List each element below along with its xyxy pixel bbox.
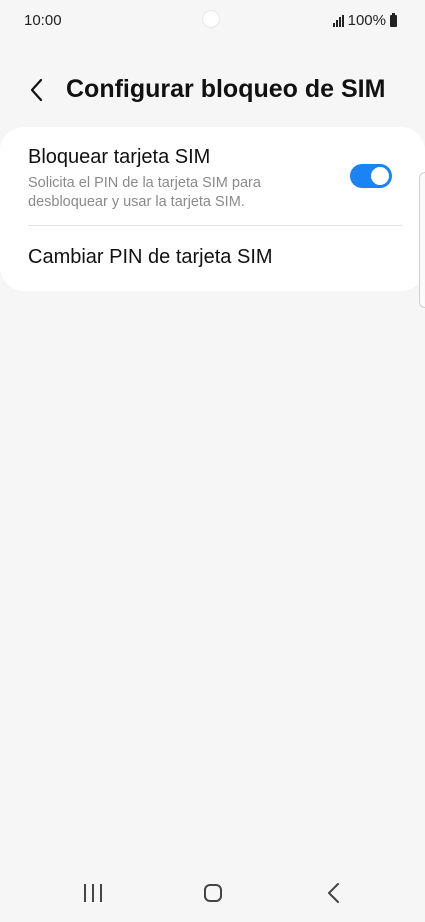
header: Configurar bloqueo de SIM (0, 68, 425, 112)
change-pin-title: Cambiar PIN de tarjeta SIM (28, 246, 273, 268)
lock-sim-row[interactable]: Bloquear tarjeta SIM Solicita el PIN de … (0, 127, 425, 225)
battery-icon (390, 12, 397, 27)
home-icon[interactable] (204, 884, 222, 902)
settings-card: Bloquear tarjeta SIM Solicita el PIN de … (0, 127, 425, 291)
status-time: 10:00 (24, 12, 62, 29)
status-bar: 10:00 100% (0, 0, 425, 42)
status-icons: 100% (332, 12, 397, 29)
lock-sim-toggle[interactable] (350, 164, 392, 188)
change-pin-row[interactable]: Cambiar PIN de tarjeta SIM (0, 226, 425, 291)
lock-sim-description: Solicita el PIN de la tarjeta SIM para d… (28, 175, 261, 210)
camera-cutout (202, 10, 220, 28)
battery-percentage: 100% (347, 12, 386, 29)
toggle-knob (369, 165, 391, 187)
page-title: Configurar bloqueo de SIM (66, 75, 386, 103)
chevron-left-icon[interactable] (24, 76, 52, 104)
signal-bars-icon (332, 14, 344, 27)
edge-panel-handle[interactable] (419, 172, 425, 308)
lock-sim-title: Bloquear tarjeta SIM (28, 146, 211, 168)
navigation-bar (0, 866, 425, 922)
recent-apps-icon[interactable] (84, 884, 106, 902)
back-icon[interactable] (324, 881, 344, 905)
